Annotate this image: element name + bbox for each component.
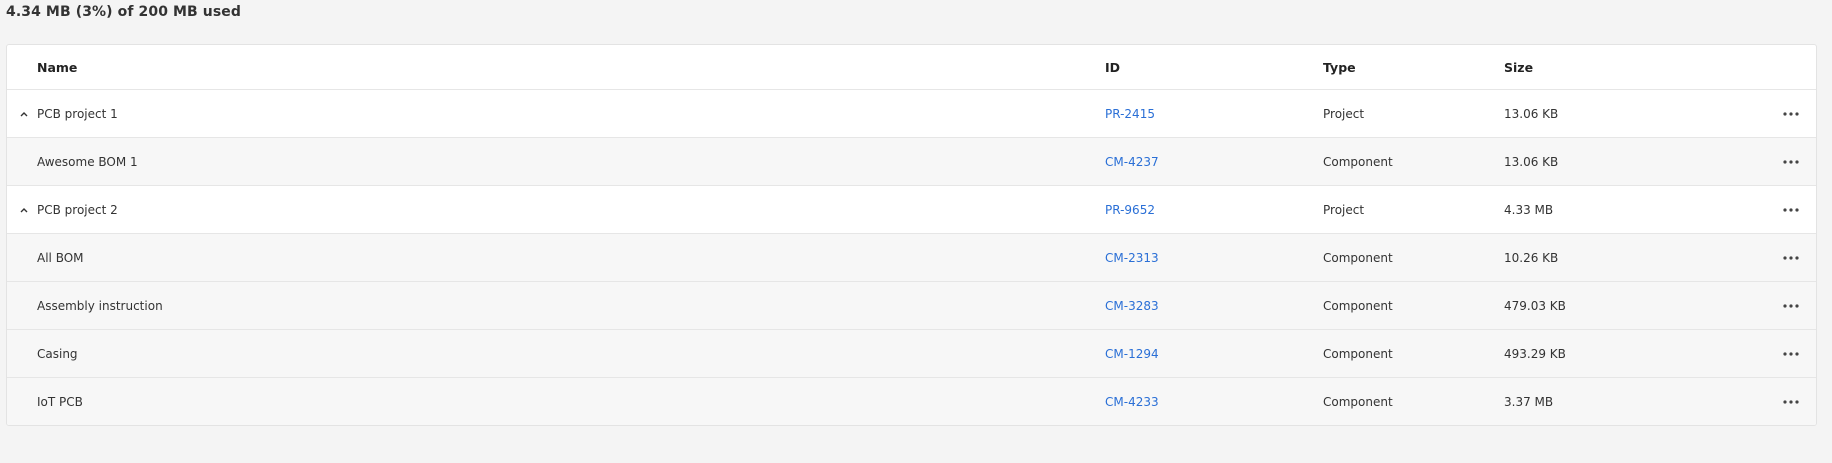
table-row[interactable]: All BOM CM-2313 Component 10.26 KB <box>7 233 1816 281</box>
row-type: Component <box>1323 346 1393 361</box>
row-name: IoT PCB <box>37 394 83 409</box>
row-type: Project <box>1323 106 1365 121</box>
more-horizontal-icon[interactable] <box>1783 394 1799 410</box>
storage-usage-text: 4.34 MB (3%) of 200 MB used <box>6 4 242 20</box>
row-name: PCB project 1 <box>37 106 118 121</box>
column-header-size: Size <box>1504 59 1534 75</box>
column-header-name: Name <box>37 59 78 75</box>
chevron-up-icon[interactable] <box>19 90 29 137</box>
row-type: Component <box>1323 394 1393 409</box>
files-table: Name ID Type Size PCB project 1 PR-2415 … <box>6 44 1817 426</box>
row-type: Component <box>1323 250 1393 265</box>
row-size: 493.29 KB <box>1504 346 1566 361</box>
table-row[interactable]: PCB project 2 PR-9652 Project 4.33 MB <box>7 185 1816 233</box>
row-type: Component <box>1323 298 1393 313</box>
column-header-type: Type <box>1323 59 1356 75</box>
row-name: Assembly instruction <box>37 298 163 313</box>
row-size: 13.06 KB <box>1504 106 1559 121</box>
row-size: 10.26 KB <box>1504 250 1559 265</box>
row-type: Project <box>1323 202 1365 217</box>
table-row[interactable]: Casing CM-1294 Component 493.29 KB <box>7 329 1816 377</box>
table-row[interactable]: Assembly instruction CM-3283 Component 4… <box>7 281 1816 329</box>
more-horizontal-icon[interactable] <box>1783 154 1799 170</box>
more-horizontal-icon[interactable] <box>1783 202 1799 218</box>
row-name: PCB project 2 <box>37 202 118 217</box>
storage-page: 4.34 MB (3%) of 200 MB used Name ID Type… <box>0 0 1832 463</box>
row-size: 3.37 MB <box>1504 394 1554 409</box>
row-id-link[interactable]: CM-1294 <box>1105 347 1159 361</box>
row-id-link[interactable]: PR-9652 <box>1105 203 1155 217</box>
more-horizontal-icon[interactable] <box>1783 298 1799 314</box>
row-name: Awesome BOM 1 <box>37 154 138 169</box>
row-id-link[interactable]: CM-3283 <box>1105 299 1159 313</box>
row-id-link[interactable]: CM-4233 <box>1105 395 1159 409</box>
table-row[interactable]: PCB project 1 PR-2415 Project 13.06 KB <box>7 89 1816 137</box>
column-header-id: ID <box>1105 59 1121 75</box>
table-header: Name ID Type Size <box>7 45 1816 89</box>
more-horizontal-icon[interactable] <box>1783 106 1799 122</box>
table-row[interactable]: IoT PCB CM-4233 Component 3.37 MB <box>7 377 1816 425</box>
more-horizontal-icon[interactable] <box>1783 250 1799 266</box>
table-row[interactable]: Awesome BOM 1 CM-4237 Component 13.06 KB <box>7 137 1816 185</box>
row-type: Component <box>1323 154 1393 169</box>
row-size: 479.03 KB <box>1504 298 1566 313</box>
row-id-link[interactable]: CM-4237 <box>1105 155 1159 169</box>
chevron-up-icon[interactable] <box>19 186 29 233</box>
row-size: 4.33 MB <box>1504 202 1554 217</box>
row-name: All BOM <box>37 250 84 265</box>
row-size: 13.06 KB <box>1504 154 1559 169</box>
row-id-link[interactable]: PR-2415 <box>1105 107 1155 121</box>
row-name: Casing <box>37 346 78 361</box>
row-id-link[interactable]: CM-2313 <box>1105 251 1159 265</box>
more-horizontal-icon[interactable] <box>1783 346 1799 362</box>
